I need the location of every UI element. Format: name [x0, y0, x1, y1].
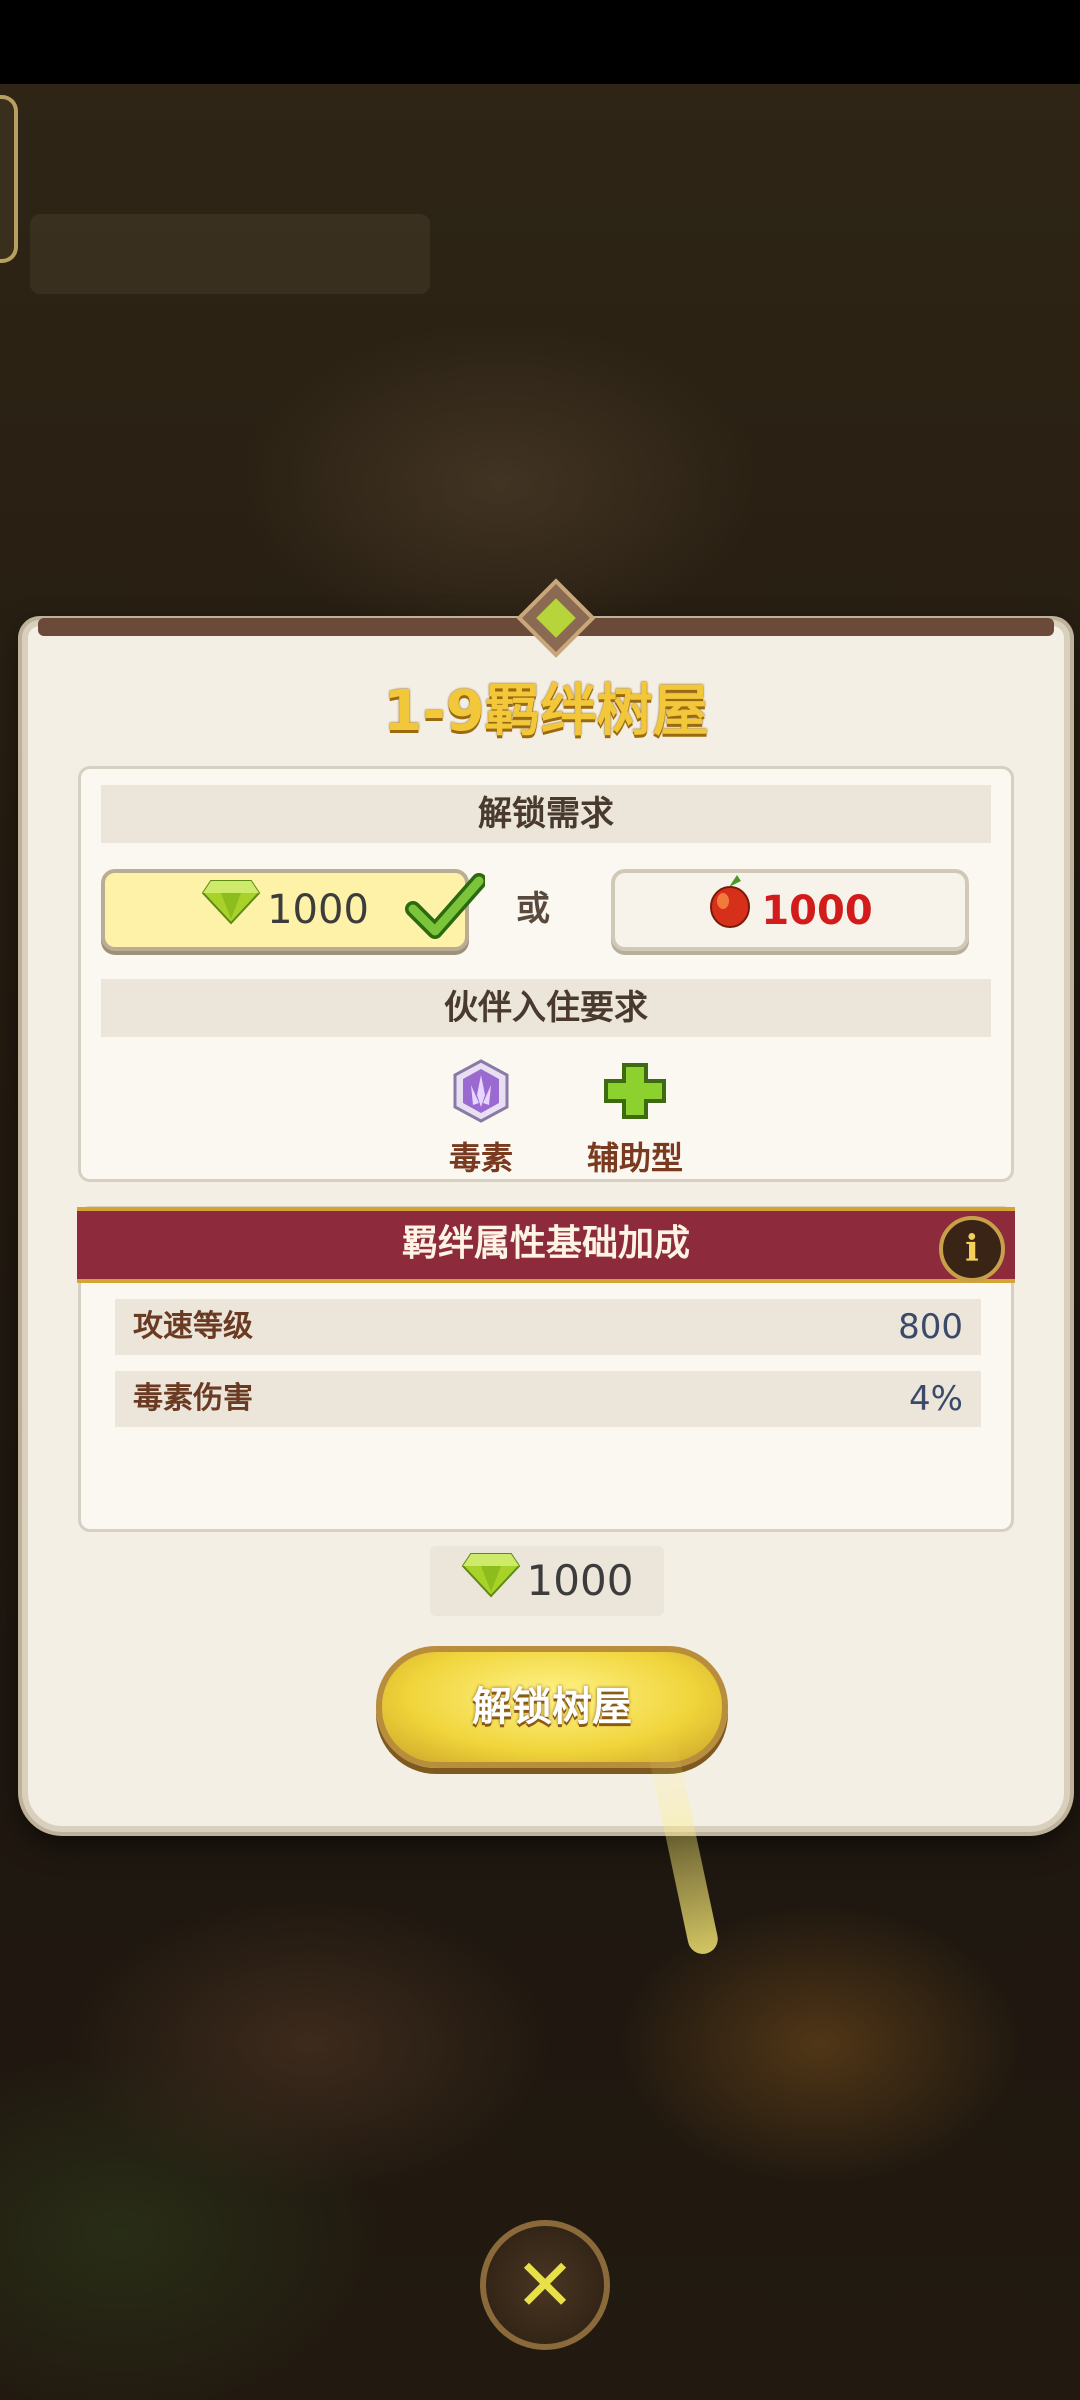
green-gem-icon	[461, 1548, 521, 1619]
poison-element-icon	[421, 1059, 541, 1127]
gem-cost-option[interactable]: 1000	[101, 869, 487, 951]
fruit-icon	[707, 873, 753, 953]
green-gem-icon	[201, 875, 261, 949]
partner-requirement-label: 辅助型	[586, 1139, 683, 1177]
panel-gem-core	[536, 598, 576, 638]
attribute-value: 4%	[909, 1379, 963, 1419]
gem-cost-value: 1000	[267, 887, 369, 933]
treehouse-panel: 1-9羁绊树屋 解锁需求 1000 或 1000 伙伴入住要求 毒素 辅助型 羁…	[22, 578, 1070, 1957]
close-button[interactable]: ✕	[480, 2220, 610, 2350]
partner-requirement-poison[interactable]: 毒素	[421, 1059, 541, 1179]
partner-requirements-heading: 伙伴入住要求	[101, 979, 991, 1037]
partner-requirement-label: 毒素	[448, 1139, 513, 1177]
unlock-cost-value: 1000	[526, 1556, 634, 1605]
bond-attributes-heading: 羁绊属性基础加成 i	[77, 1207, 1015, 1283]
panel-title: 1-9羁绊树屋	[383, 679, 709, 744]
close-icon: ✕	[514, 2243, 576, 2327]
unlock-requirements-heading: 解锁需求	[101, 785, 991, 843]
requirements-box: 解锁需求 1000 或 1000 伙伴入住要求 毒素 辅助型	[78, 766, 1014, 1182]
attribute-row: 攻速等级 800	[115, 1299, 981, 1355]
status-bar	[0, 0, 1080, 84]
attribute-name: 攻速等级	[133, 1309, 253, 1344]
support-type-icon	[575, 1059, 695, 1127]
checkmark-icon	[405, 867, 487, 971]
attribute-name: 毒素伤害	[133, 1381, 253, 1416]
background-blur-shape	[30, 214, 430, 294]
attribute-row: 毒素伤害 4%	[115, 1371, 981, 1427]
bond-attributes-box: 羁绊属性基础加成 i 攻速等级 800 毒素伤害 4%	[77, 1206, 1015, 1532]
attribute-value: 800	[898, 1307, 963, 1347]
side-tab[interactable]	[0, 95, 18, 263]
partner-requirement-support[interactable]: 辅助型	[575, 1059, 695, 1179]
unlock-cost-display: 1000	[430, 1546, 664, 1616]
fruit-cost-value: 1000	[761, 888, 873, 934]
fruit-cost-option[interactable]: 1000	[611, 869, 969, 951]
or-separator: 或	[516, 889, 550, 929]
bond-attributes-title: 羁绊属性基础加成	[401, 1223, 690, 1264]
info-icon[interactable]: i	[939, 1216, 1005, 1282]
